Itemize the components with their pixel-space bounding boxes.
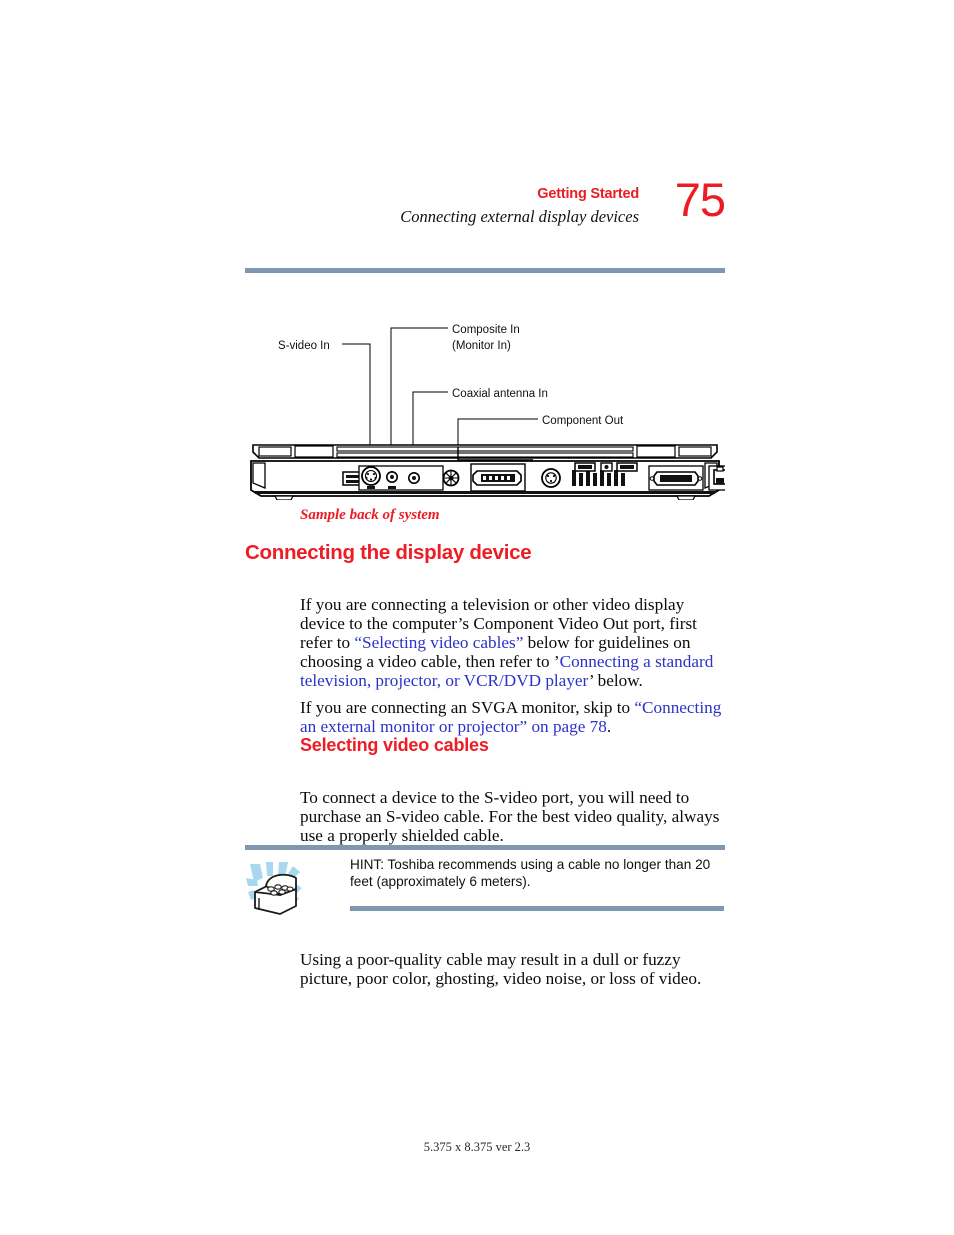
back-panel-illustration <box>250 327 720 500</box>
port-component-video-out <box>470 463 526 492</box>
paragraph-connecting-intro: If you are connecting a television or ot… <box>300 595 724 691</box>
hint-text: HINT: Toshiba recommends using a cable n… <box>350 857 711 890</box>
paragraph-poor-quality-cable: Using a poor-quality cable may result in… <box>300 950 702 989</box>
page-header: Getting Started Connecting external disp… <box>245 176 726 256</box>
paragraph-s-video-cable: To connect a device to the S-video port,… <box>300 788 720 845</box>
laptop-chassis <box>250 444 720 500</box>
heading-connecting-the-display-device: Connecting the display device <box>245 541 532 564</box>
paragraph-svga-monitor: If you are connecting an SVGA monitor, s… <box>300 698 724 737</box>
port-s-video-in <box>358 465 444 491</box>
port-coaxial-antenna <box>442 469 460 487</box>
header-section-title: Connecting external display devices <box>400 207 639 226</box>
paragraph-1-segment-3: ’ below. <box>588 670 643 690</box>
port-ps2 <box>541 468 561 488</box>
treasure-chest-icon <box>246 862 302 916</box>
header-divider-rule <box>245 268 725 273</box>
port-lan <box>713 468 717 472</box>
hint-top-rule <box>245 845 725 850</box>
leader-lines <box>342 327 538 447</box>
port-svga-monitor <box>648 465 704 491</box>
hint-bottom-rule <box>350 906 724 911</box>
figure-back-of-system: S-video In Composite In (Monitor In) Coa… <box>245 300 725 500</box>
figure-caption: Sample back of system <box>300 507 440 523</box>
page-number: 75 <box>674 173 726 226</box>
heading-selecting-video-cables: Selecting video cables <box>300 735 489 755</box>
link-selecting-video-cables[interactable]: “Selecting video cables” <box>354 633 523 652</box>
paragraph-2-segment-1: If you are connecting an SVGA monitor, s… <box>300 698 635 718</box>
header-chapter-title: Getting Started <box>537 186 639 202</box>
paragraph-2-segment-2: . <box>606 717 612 737</box>
page-footer: 5.375 x 8.375 ver 2.3 <box>423 1140 531 1154</box>
